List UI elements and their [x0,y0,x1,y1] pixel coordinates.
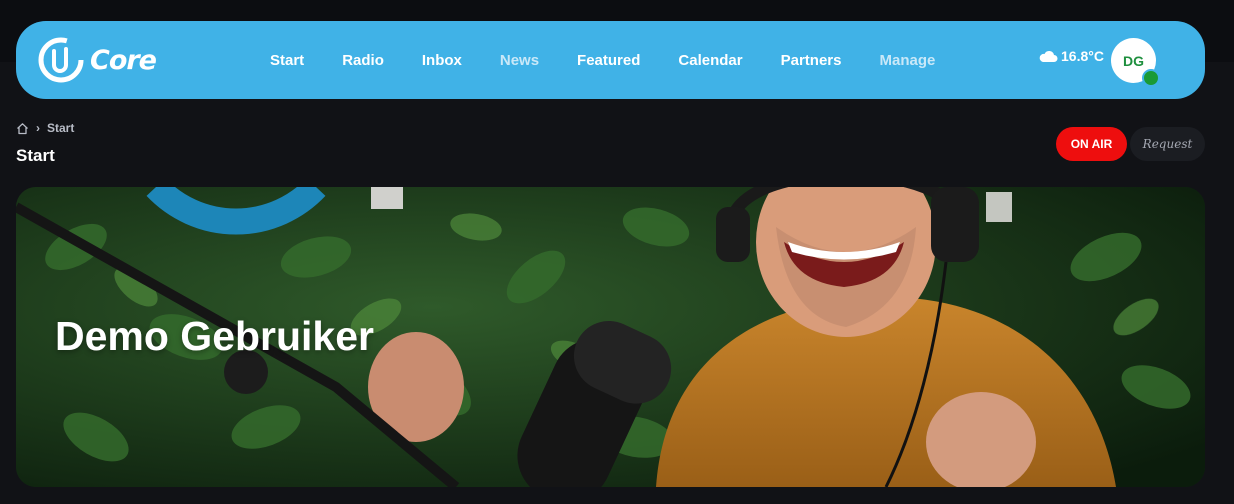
online-status-dot [1142,69,1160,87]
breadcrumb: › Start [16,121,74,135]
nav-item-manage[interactable]: Manage [879,52,935,69]
brand-logo[interactable]: Core [38,37,157,83]
weather-widget: 16.8°C [1038,48,1104,64]
logo-icon [38,37,84,83]
home-icon[interactable] [16,122,29,135]
nav-item-radio[interactable]: Radio [342,52,384,69]
hero-banner: Demo Gebruiker [16,187,1205,487]
on-air-button[interactable]: ON AIR [1056,127,1127,161]
navbar: Core Start Radio Inbox News Featured Cal… [16,21,1205,99]
logo-text: Core [90,44,157,76]
nav-item-inbox[interactable]: Inbox [422,52,462,69]
avatar-initials: DG [1123,52,1144,69]
weather-temperature: 16.8°C [1061,48,1104,64]
request-button[interactable]: Request [1130,127,1205,161]
breadcrumb-separator: › [36,121,40,135]
nav-item-featured[interactable]: Featured [577,52,640,69]
cloud-icon [1039,50,1058,62]
nav-item-news[interactable]: News [500,52,539,69]
hero-title: Demo Gebruiker [55,313,374,359]
page-title: Start [16,146,55,165]
nav-item-partners[interactable]: Partners [781,52,842,69]
nav-item-start[interactable]: Start [270,52,304,69]
nav-item-calendar[interactable]: Calendar [678,52,742,69]
main-nav: Start Radio Inbox News Featured Calendar… [270,21,973,99]
breadcrumb-current: Start [47,121,75,135]
